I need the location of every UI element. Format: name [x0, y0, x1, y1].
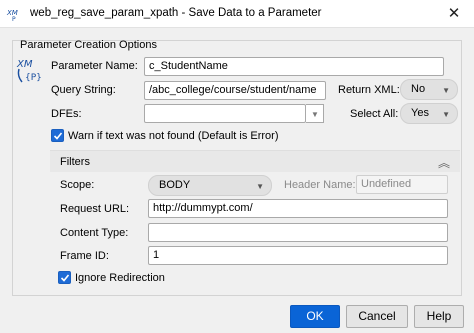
chevron-down-icon: ▼	[256, 182, 264, 191]
scope-select[interactable]: BODY ▼	[148, 175, 272, 196]
return-xml-select[interactable]: No ▼	[400, 79, 458, 100]
request-url-input[interactable]: http://dummypt.com/	[148, 199, 448, 218]
content-type-label: Content Type:	[60, 227, 129, 239]
chevron-down-icon: ▼	[311, 110, 319, 119]
svg-text:XM: XM	[16, 59, 33, 70]
ok-button[interactable]: OK	[290, 305, 340, 328]
warn-label: Warn if text was not found (Default is E…	[68, 130, 279, 142]
content-type-input[interactable]	[148, 223, 448, 242]
close-icon[interactable]: ✕	[434, 0, 474, 28]
param-name-input[interactable]: c_StudentName	[144, 57, 444, 76]
scope-value: BODY	[159, 179, 191, 191]
cancel-button[interactable]: Cancel	[346, 305, 408, 328]
collapse-icon[interactable]: ︽	[438, 154, 450, 171]
filters-section-header[interactable]: Filters ︽	[50, 150, 460, 172]
select-all-label: Select All:	[350, 108, 399, 120]
chevron-down-icon: ▼	[442, 110, 450, 119]
dfes-input[interactable]	[144, 104, 306, 123]
header-name-label: Header Name:	[284, 179, 356, 191]
query-string-input[interactable]: /abc_college/course/student/name	[144, 81, 326, 100]
group-title: Parameter Creation Options	[20, 39, 157, 51]
window-title: web_reg_save_param_xpath - Save Data to …	[30, 7, 322, 19]
select-all-select[interactable]: Yes ▼	[400, 103, 458, 124]
return-xml-value: No	[411, 83, 426, 95]
app-icon: XM P	[6, 6, 22, 23]
select-all-value: Yes	[411, 107, 429, 119]
request-url-label: Request URL:	[60, 203, 130, 215]
scope-label: Scope:	[60, 179, 95, 191]
warn-checkbox[interactable]	[51, 129, 64, 142]
query-string-label: Query String:	[51, 84, 116, 96]
return-xml-label: Return XML:	[338, 84, 400, 96]
header-name-input: Undefined	[356, 175, 448, 194]
ignore-redirection-checkbox[interactable]	[58, 271, 71, 284]
ignore-redirection-label: Ignore Redirection	[75, 272, 165, 284]
xml-parameter-icon: XM {P}	[16, 56, 42, 84]
svg-text:P: P	[12, 16, 16, 22]
filters-title: Filters	[60, 156, 90, 168]
chevron-down-icon: ▼	[442, 86, 450, 95]
dfes-dropdown-button[interactable]: ▼	[306, 104, 324, 123]
help-button[interactable]: Help	[414, 305, 464, 328]
param-name-label: Parameter Name:	[51, 60, 138, 72]
svg-text:{P}: {P}	[25, 73, 42, 83]
title-bar: XM P web_reg_save_param_xpath - Save Dat…	[0, 0, 474, 28]
dfes-label: DFEs:	[51, 108, 82, 120]
frame-id-input[interactable]: 1	[148, 246, 448, 265]
frame-id-label: Frame ID:	[60, 250, 109, 262]
